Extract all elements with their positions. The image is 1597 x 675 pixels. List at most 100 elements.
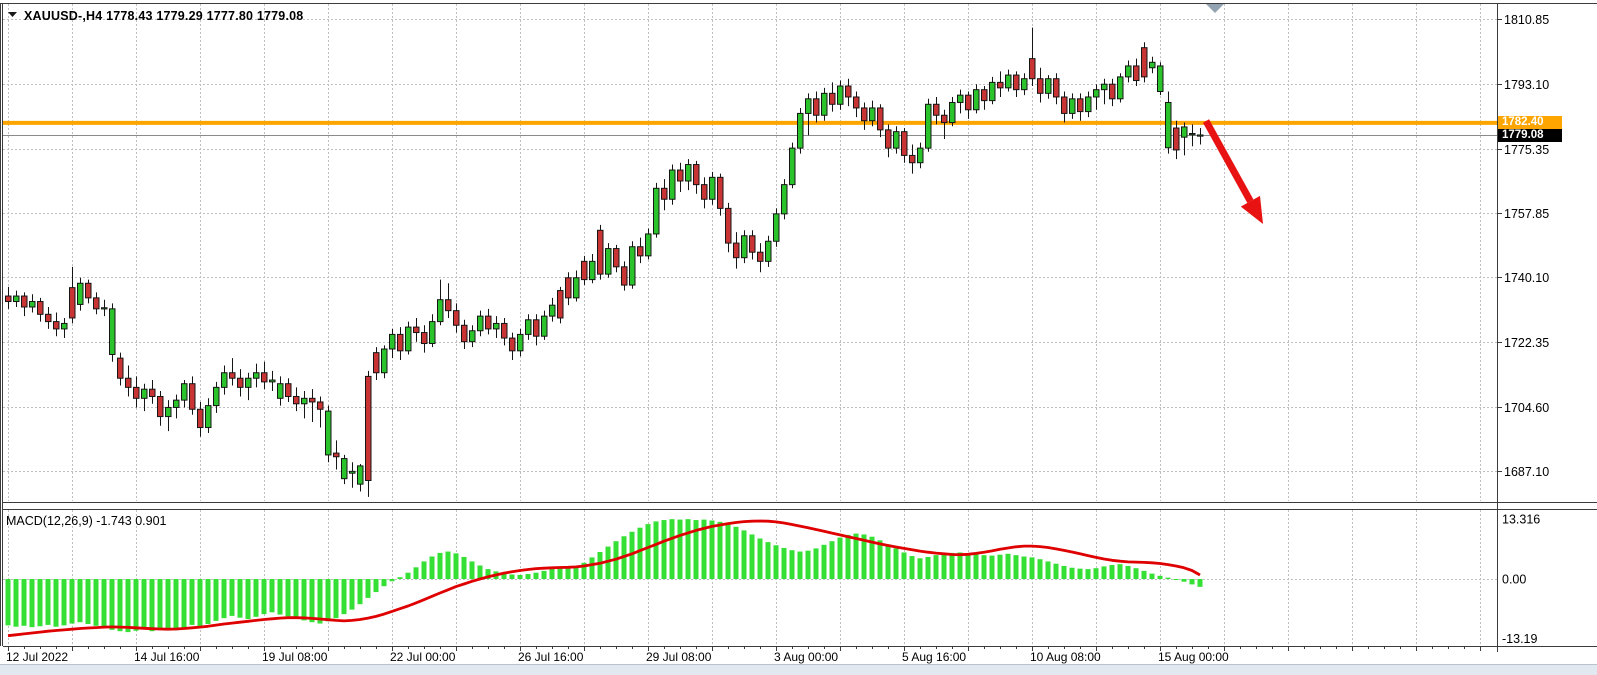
time-axis-label: 22 Jul 00:00 <box>390 650 456 664</box>
macd-histogram-bar <box>966 553 971 579</box>
bear-candle <box>678 170 684 181</box>
bull-candle <box>950 102 956 122</box>
time-axis-label: 3 Aug 00:00 <box>774 650 838 664</box>
bull-candle <box>222 373 228 388</box>
time-axis-label: 12 Jul 2022 <box>6 650 68 664</box>
bear-candle <box>622 267 628 285</box>
macd-histogram-bar <box>758 539 763 580</box>
macd-histogram-bar <box>838 538 843 579</box>
macd-histogram-bar <box>1198 579 1203 587</box>
bear-candle <box>366 376 372 480</box>
bear-candle <box>1038 79 1044 94</box>
bull-candle <box>390 334 396 349</box>
macd-histogram-bar <box>1030 557 1035 579</box>
bear-candle <box>598 230 604 274</box>
macd-histogram-bar <box>1070 568 1075 579</box>
symbol-dropdown-icon[interactable] <box>8 12 17 17</box>
macd-histogram-bar <box>686 519 691 579</box>
bear-candle <box>334 453 340 457</box>
bear-candle <box>238 378 244 387</box>
price-axis-label: 1757.85 <box>1504 207 1549 221</box>
macd-histogram-bar <box>910 556 915 579</box>
last-price-tag: 1779.08 <box>1498 129 1562 142</box>
price-axis-label: 1775.35 <box>1504 143 1549 157</box>
bear-candle <box>998 82 1004 87</box>
macd-histogram-bar <box>294 579 299 619</box>
macd-histogram-bar <box>798 552 803 579</box>
macd-histogram-bar <box>726 524 731 579</box>
bull-candle <box>382 349 388 373</box>
macd-histogram-bar <box>974 554 979 579</box>
bull-candle <box>174 400 180 407</box>
bear-candle <box>910 155 916 162</box>
macd-histogram-bar <box>254 579 259 617</box>
bear-candle <box>454 311 460 326</box>
bull-candle <box>214 387 220 405</box>
bear-candle <box>734 243 740 258</box>
time-axis-label: 10 Aug 08:00 <box>1030 650 1101 664</box>
macd-histogram-bar <box>598 552 603 579</box>
macd-histogram-bar <box>1086 569 1091 579</box>
macd-histogram-bar <box>878 540 883 579</box>
macd-histogram-bar <box>854 534 859 579</box>
price-chart-canvas[interactable]: 1810.851793.101775.351757.851740.101722.… <box>0 0 1597 675</box>
bear-candle <box>22 296 28 307</box>
bear-candle <box>374 353 380 373</box>
time-axis-label: 29 Jul 08:00 <box>646 650 712 664</box>
macd-histogram-bar <box>670 519 675 579</box>
bull-candle <box>62 323 68 328</box>
bear-candle <box>150 389 156 396</box>
bull-candle <box>254 373 260 378</box>
bull-candle <box>654 188 660 234</box>
bull-candle <box>958 95 964 102</box>
macd-histogram-bar <box>222 579 227 618</box>
macd-indicator-label: MACD(12,26,9) -1.743 0.901 <box>6 514 167 528</box>
macd-histogram-bar <box>334 579 339 618</box>
bear-candle <box>1174 128 1180 150</box>
bear-candle <box>534 320 540 336</box>
bull-candle <box>822 93 828 115</box>
bear-candle <box>718 177 724 208</box>
macd-axis-label: 13.316 <box>1502 513 1540 527</box>
bull-candle <box>806 99 812 114</box>
bull-candle <box>1158 66 1164 92</box>
bear-candle <box>902 132 908 156</box>
bull-candle <box>774 214 780 241</box>
macd-histogram-bar <box>1190 579 1195 584</box>
window-bottom-edge <box>0 664 1597 675</box>
chart-title: XAUUSD-,H4 1778.43 1779.29 1777.80 1779.… <box>24 9 303 23</box>
bear-candle <box>1134 66 1140 81</box>
bull-candle <box>1102 84 1108 89</box>
bear-candle <box>758 252 764 261</box>
bull-candle <box>430 322 436 344</box>
macd-histogram-bar <box>14 579 19 627</box>
bull-candle <box>1190 134 1196 135</box>
macd-histogram-bar <box>198 579 203 627</box>
macd-histogram-bar <box>1014 555 1019 579</box>
bear-candle <box>934 104 940 115</box>
bear-candle <box>1062 97 1068 113</box>
price-axis-label: 1793.10 <box>1504 78 1549 92</box>
bull-candle <box>742 236 748 258</box>
bull-candle <box>1126 66 1132 77</box>
macd-histogram-bar <box>94 579 99 626</box>
macd-histogram-bar <box>462 557 467 579</box>
macd-histogram-bar <box>478 566 483 580</box>
macd-histogram-bar <box>710 521 715 580</box>
bear-candle <box>190 384 196 410</box>
bull-candle <box>798 113 804 148</box>
macd-histogram-bar <box>142 579 147 629</box>
macd-histogram-bar <box>518 575 523 579</box>
trend-arrow-shaft[interactable] <box>1206 121 1250 201</box>
macd-histogram-bar <box>958 552 963 579</box>
bull-candle <box>710 177 716 199</box>
bear-candle <box>230 373 236 378</box>
macd-histogram-bar <box>806 551 811 579</box>
chart-shift-triangle-icon[interactable] <box>1206 4 1224 13</box>
macd-histogram-bar <box>566 568 571 579</box>
macd-axis-label: -13.19 <box>1502 632 1537 646</box>
bear-candle <box>886 130 892 148</box>
macd-histogram-bar <box>1062 566 1067 579</box>
macd-histogram-bar <box>54 579 59 627</box>
bull-candle <box>1086 97 1092 112</box>
